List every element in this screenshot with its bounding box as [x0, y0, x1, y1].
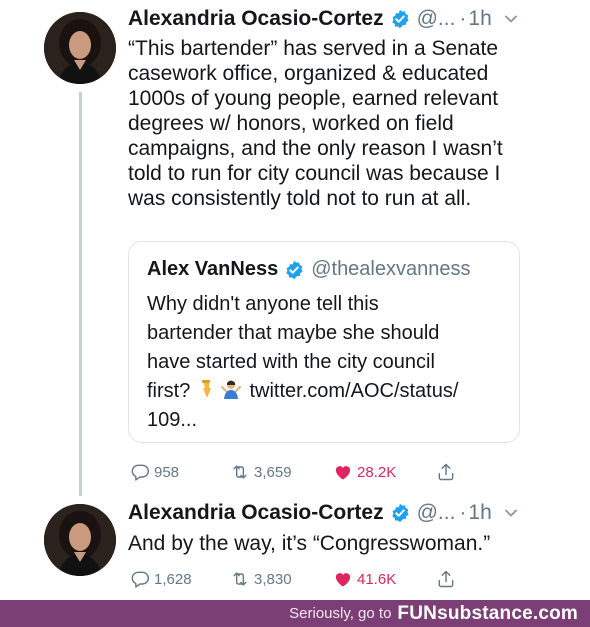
- tweet-text: And by the way, it’s “Congresswoman.”: [128, 532, 491, 555]
- avatar[interactable]: [44, 12, 116, 84]
- reply-button[interactable]: 958: [130, 460, 179, 484]
- separator-dot: ·: [459, 7, 467, 30]
- chevron-down-icon[interactable]: [504, 12, 518, 26]
- quoted-tweet-link-tail[interactable]: 109...: [147, 409, 197, 431]
- reply-icon: [131, 571, 150, 588]
- tweet-text: “This bartender” has served in a Senate …: [128, 37, 503, 210]
- quoted-tweet-text: Why didn't anyone tell this bartender th…: [147, 290, 509, 435]
- share-icon: [438, 463, 454, 481]
- person-shrugging-icon: [220, 380, 241, 399]
- timestamp[interactable]: 1h: [468, 7, 491, 31]
- share-button[interactable]: [436, 567, 456, 591]
- chevron-down-icon[interactable]: [504, 506, 518, 520]
- watermark-footer: Seriously, go to FUNsubstance.com: [0, 600, 590, 627]
- author-name[interactable]: Alexandria Ocasio-Cortez: [128, 7, 384, 31]
- footer-text: Seriously, go to: [289, 605, 392, 622]
- like-count: 28.2K: [357, 463, 397, 481]
- quoted-tweet[interactable]: Alex VanNess @thealexvanness Why didn't …: [128, 241, 520, 443]
- avatar[interactable]: [44, 504, 116, 576]
- tweet-actions: 958 3,659 28.2K: [128, 460, 468, 484]
- retweet-count: 3,659: [254, 463, 292, 481]
- tweet-actions: 1,628 3,830 41.6K: [128, 567, 468, 591]
- author-name[interactable]: Alexandria Ocasio-Cortez: [128, 501, 384, 525]
- reply-button[interactable]: 1,628: [130, 567, 192, 591]
- retweet-count: 3,830: [254, 570, 292, 588]
- like-button[interactable]: 41.6K: [333, 567, 396, 591]
- thread-line: [79, 92, 82, 496]
- share-button[interactable]: [436, 460, 456, 484]
- retweet-icon: [233, 572, 247, 586]
- heart-icon: [335, 573, 351, 587]
- quoted-tweet-link[interactable]: twitter.com/AOC/status/: [249, 380, 458, 402]
- retweet-button[interactable]: 3,830: [230, 567, 292, 591]
- footer-brand-link[interactable]: FUNsubstance.com: [397, 603, 578, 625]
- verified-icon: [286, 260, 303, 279]
- quoted-author-name: Alex VanNess: [147, 258, 279, 280]
- reply-count: 1,628: [154, 570, 192, 588]
- backhand-index-down-icon: [201, 380, 211, 398]
- retweet-button[interactable]: 3,659: [230, 460, 292, 484]
- reply-icon: [131, 464, 150, 481]
- separator-dot: ·: [459, 501, 467, 524]
- quoted-tweet-header: Alex VanNess @thealexvanness: [147, 258, 471, 281]
- quoted-author-handle: @thealexvanness: [311, 258, 471, 280]
- like-count: 41.6K: [357, 570, 397, 588]
- reply-count: 958: [154, 463, 180, 481]
- heart-icon: [335, 466, 351, 480]
- tweet-header: Alexandria Ocasio-Cortez @... · 1h: [128, 500, 518, 526]
- author-handle[interactable]: @...: [417, 7, 456, 31]
- verified-icon: [391, 503, 409, 523]
- share-icon: [438, 570, 454, 588]
- tweet-header: Alexandria Ocasio-Cortez @... · 1h: [128, 6, 518, 32]
- like-button[interactable]: 28.2K: [333, 460, 396, 484]
- author-handle[interactable]: @...: [417, 501, 456, 525]
- verified-icon: [391, 9, 409, 29]
- timestamp[interactable]: 1h: [468, 501, 491, 525]
- retweet-icon: [233, 465, 247, 479]
